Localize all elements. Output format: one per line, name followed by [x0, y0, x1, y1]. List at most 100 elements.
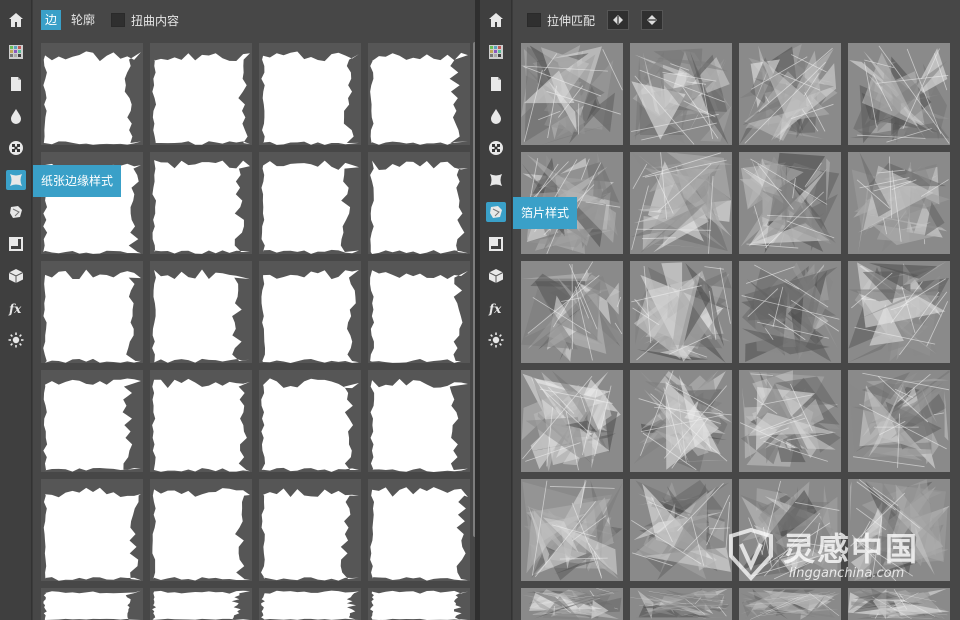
tool-home[interactable] [6, 10, 26, 30]
foil-thumbnail[interactable] [739, 588, 841, 620]
foil-thumbnail[interactable] [848, 370, 950, 472]
flip-horizontal-button[interactable] [607, 10, 630, 30]
foil-thumbnail[interactable] [630, 43, 732, 145]
paper-edge-shape [43, 378, 141, 472]
tool-document[interactable] [486, 74, 506, 94]
paper-edge-thumbnail[interactable] [150, 370, 252, 472]
foil-thumbnail[interactable] [521, 370, 623, 472]
foil-texture [848, 43, 950, 145]
foil-texture [521, 370, 623, 472]
paper-edge-thumbnail[interactable] [259, 261, 361, 363]
paper-edge-thumbnail[interactable] [41, 261, 143, 363]
foil-thumbnail[interactable] [630, 479, 732, 581]
paper-edge-shape [152, 488, 250, 581]
foil-thumbnail[interactable] [848, 588, 950, 620]
paper-edge-thumbnail[interactable] [368, 152, 470, 254]
paper-edge-shape [43, 487, 141, 581]
foil-thumbnail[interactable] [521, 479, 623, 581]
flip-vertical-button[interactable] [641, 10, 664, 30]
foil-header: 拉伸匹配 [513, 0, 960, 40]
foil-texture [521, 588, 623, 620]
paper-edge-thumbnail[interactable] [259, 479, 361, 581]
paper-edge-thumbnail[interactable] [41, 588, 143, 620]
swatches-icon [489, 45, 503, 59]
foil-thumbnail[interactable] [739, 261, 841, 363]
tool-sun[interactable] [486, 330, 506, 350]
foil-thumbnail[interactable] [630, 152, 732, 254]
tool-foil[interactable] [486, 202, 506, 222]
tool-fx[interactable]: fx [6, 298, 26, 318]
foil-thumbnail[interactable] [848, 152, 950, 254]
foil-thumbnail[interactable] [848, 261, 950, 363]
distort-content-checkbox[interactable] [111, 13, 126, 27]
checker-icon [489, 141, 503, 155]
tool-cube[interactable] [6, 266, 26, 286]
fx-icon: fx [488, 302, 502, 316]
paper-edge-thumbnail[interactable] [259, 370, 361, 472]
paper-edge-thumbnail[interactable] [259, 588, 361, 620]
tool-cube[interactable] [486, 266, 506, 286]
paper-edge-thumbnail[interactable] [150, 43, 252, 145]
paper-edge-thumbnail[interactable] [259, 152, 361, 254]
paper-edge-shape [43, 269, 141, 363]
tool-square[interactable] [6, 234, 26, 254]
tool-foil[interactable] [6, 202, 26, 222]
paper-edge-shape [43, 590, 141, 620]
stretch-to-fit-checkbox[interactable] [527, 13, 541, 27]
tool-sun[interactable] [6, 330, 26, 350]
paper-edge-shape [152, 378, 250, 472]
tool-checker[interactable] [486, 138, 506, 158]
tool-home[interactable] [486, 10, 506, 30]
foil-thumbnail[interactable] [630, 370, 732, 472]
foil-thumbnail[interactable] [630, 588, 732, 620]
paper-edge-thumbnail[interactable] [41, 479, 143, 581]
paper-edge-thumbnail[interactable] [150, 261, 252, 363]
foil-thumbnail[interactable] [848, 479, 950, 581]
paper-edge-shape [370, 378, 468, 472]
foil-thumbnail[interactable] [521, 588, 623, 620]
tool-drop[interactable] [6, 106, 26, 126]
foil-thumbnail[interactable] [630, 261, 732, 363]
foil-thumbnail[interactable] [521, 43, 623, 145]
tool-fx[interactable]: fx [486, 298, 506, 318]
foil-thumbnail[interactable] [739, 152, 841, 254]
distort-content-label: 扭曲内容 [131, 13, 180, 28]
home-icon [9, 13, 23, 27]
foil-texture [630, 479, 732, 581]
tool-paper-edge[interactable] [486, 170, 506, 190]
paper-edge-thumbnail[interactable] [41, 370, 143, 472]
paper-edge-thumbnail[interactable] [368, 43, 470, 145]
paper-edge-thumbnail[interactable] [150, 588, 252, 620]
paper-edge-thumbnail[interactable] [368, 479, 470, 581]
foil-thumbnail[interactable] [521, 261, 623, 363]
tool-checker[interactable] [6, 138, 26, 158]
tool-swatches[interactable] [6, 42, 26, 62]
tab-outline[interactable]: 轮廓 [67, 10, 99, 30]
paper-edge-thumbnail[interactable] [368, 261, 470, 363]
tool-square[interactable] [486, 234, 506, 254]
svg-text:fx: fx [8, 302, 22, 316]
foil-texture [521, 479, 623, 581]
paper-edge-shape [43, 51, 141, 145]
foil-thumbnail[interactable] [739, 370, 841, 472]
tool-swatches[interactable] [486, 42, 506, 62]
paper-edge-thumbnail[interactable] [259, 43, 361, 145]
foil-thumbnail[interactable] [739, 479, 841, 581]
sun-icon [488, 332, 504, 348]
paper-edge-icon [490, 174, 502, 186]
flip-vertical-icon [647, 15, 658, 25]
foil-thumbnail[interactable] [848, 43, 950, 145]
paper-edge-thumbnail[interactable] [150, 479, 252, 581]
paper-edge-thumbnail[interactable] [368, 370, 470, 472]
tool-document[interactable] [6, 74, 26, 94]
paper-edge-thumbnail[interactable] [150, 152, 252, 254]
tool-drop[interactable] [486, 106, 506, 126]
foil-texture [739, 43, 841, 145]
foil-thumbnail[interactable] [739, 43, 841, 145]
foil-texture [521, 43, 623, 145]
paper-edge-thumbnail[interactable] [41, 43, 143, 145]
paper-edge-shape [370, 270, 468, 363]
paper-edge-thumbnail[interactable] [368, 588, 470, 620]
tab-edge[interactable]: 边 [41, 10, 62, 30]
tool-paper-edge[interactable] [6, 170, 26, 190]
